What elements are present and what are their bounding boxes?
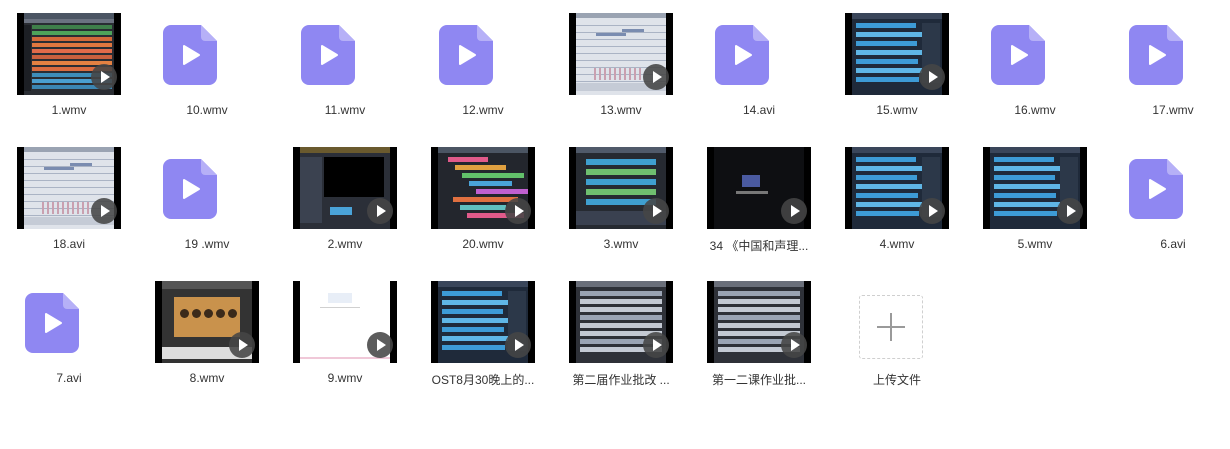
- video-thumbnail: [569, 13, 673, 95]
- file-name: 20.wmv: [462, 237, 504, 251]
- play-icon[interactable]: [91, 64, 117, 90]
- file-item[interactable]: 6.avi: [1104, 147, 1230, 267]
- file-item[interactable]: 8.wmv: [138, 281, 276, 401]
- play-icon[interactable]: [367, 332, 393, 358]
- play-icon[interactable]: [643, 64, 669, 90]
- video-thumbnail: [431, 281, 535, 363]
- video-file-icon: [25, 293, 79, 353]
- play-icon[interactable]: [781, 332, 807, 358]
- video-thumbnail: [569, 147, 673, 229]
- file-name: 10.wmv: [186, 103, 228, 117]
- video-thumbnail: [569, 281, 673, 363]
- play-icon[interactable]: [505, 332, 531, 358]
- file-name: 1.wmv: [51, 103, 87, 117]
- file-item[interactable]: 34 《中国和声理...: [690, 147, 828, 267]
- file-name: 第二届作业批改 ...: [572, 373, 670, 387]
- video-thumbnail: [17, 13, 121, 95]
- file-name: OST8月30晚上的...: [431, 373, 535, 387]
- video-file-icon: [1129, 25, 1183, 85]
- file-name: 19 .wmv: [184, 237, 230, 251]
- file-item[interactable]: 7.avi: [0, 281, 138, 401]
- video-thumbnail: [293, 281, 397, 363]
- file-name: 16.wmv: [1014, 103, 1056, 117]
- file-name: 4.wmv: [879, 237, 915, 251]
- file-item[interactable]: 第二届作业批改 ...: [552, 281, 690, 401]
- video-thumbnail: [155, 281, 259, 363]
- file-item[interactable]: 9.wmv: [276, 281, 414, 401]
- file-item[interactable]: 4.wmv: [828, 147, 966, 267]
- file-name: 2.wmv: [327, 237, 363, 251]
- play-icon[interactable]: [505, 198, 531, 224]
- play-icon[interactable]: [643, 332, 669, 358]
- file-name: 12.wmv: [462, 103, 504, 117]
- file-name: 3.wmv: [603, 237, 639, 251]
- video-file-icon: [439, 25, 493, 85]
- file-item[interactable]: 1.wmv: [0, 13, 138, 133]
- play-icon[interactable]: [781, 198, 807, 224]
- plus-icon[interactable]: [859, 295, 923, 359]
- video-thumbnail: [845, 147, 949, 229]
- file-name: 6.avi: [1160, 237, 1186, 251]
- file-item[interactable]: 2.wmv: [276, 147, 414, 267]
- play-icon[interactable]: [1057, 198, 1083, 224]
- video-file-icon: [301, 25, 355, 85]
- file-item[interactable]: 5.wmv: [966, 147, 1104, 267]
- video-thumbnail: [707, 147, 811, 229]
- file-item[interactable]: 第一二课作业批...: [690, 281, 828, 401]
- file-item[interactable]: 12.wmv: [414, 13, 552, 133]
- file-item[interactable]: OST8月30晚上的...: [414, 281, 552, 401]
- file-grid: 1.wmv 10.wmv 11.wmv 12.wmv 13.wmv 14.avi 15.wm…: [0, 0, 1230, 449]
- file-item[interactable]: 11.wmv: [276, 13, 414, 133]
- video-thumbnail: [431, 147, 535, 229]
- video-thumbnail: [293, 147, 397, 229]
- video-thumbnail: [845, 13, 949, 95]
- file-name: 34 《中国和声理...: [709, 239, 809, 253]
- file-item[interactable]: 13.wmv: [552, 13, 690, 133]
- file-name: 14.avi: [742, 103, 776, 117]
- play-icon[interactable]: [229, 332, 255, 358]
- video-file-icon: [1129, 159, 1183, 219]
- file-name: 5.wmv: [1017, 237, 1053, 251]
- file-item[interactable]: 14.avi: [690, 13, 828, 133]
- file-item[interactable]: 18.avi: [0, 147, 138, 267]
- play-icon[interactable]: [643, 198, 669, 224]
- video-thumbnail: [17, 147, 121, 229]
- play-icon[interactable]: [91, 198, 117, 224]
- video-thumbnail: [707, 281, 811, 363]
- file-item[interactable]: 20.wmv: [414, 147, 552, 267]
- file-item[interactable]: 3.wmv: [552, 147, 690, 267]
- file-name: 11.wmv: [324, 103, 366, 117]
- play-icon[interactable]: [367, 198, 393, 224]
- file-item[interactable]: 10.wmv: [138, 13, 276, 133]
- video-file-icon: [715, 25, 769, 85]
- file-name: 7.avi: [56, 371, 82, 385]
- file-item[interactable]: 15.wmv: [828, 13, 966, 133]
- video-file-icon: [163, 25, 217, 85]
- file-name: 13.wmv: [600, 103, 642, 117]
- play-icon[interactable]: [919, 64, 945, 90]
- upload-label: 上传文件: [872, 373, 921, 387]
- file-name: 第一二课作业批...: [711, 373, 806, 387]
- file-name: 17.wmv: [1152, 103, 1194, 117]
- file-item[interactable]: 17.wmv: [1104, 13, 1230, 133]
- video-thumbnail: [983, 147, 1087, 229]
- upload-tile[interactable]: 上传文件: [828, 281, 966, 401]
- file-name: 15.wmv: [876, 103, 918, 117]
- video-file-icon: [991, 25, 1045, 85]
- file-item[interactable]: 16.wmv: [966, 13, 1104, 133]
- file-name: 8.wmv: [189, 371, 225, 385]
- file-name: 18.avi: [52, 237, 86, 251]
- play-icon[interactable]: [919, 198, 945, 224]
- file-name: 9.wmv: [327, 371, 363, 385]
- file-item[interactable]: 19 .wmv: [138, 147, 276, 267]
- video-file-icon: [163, 159, 217, 219]
